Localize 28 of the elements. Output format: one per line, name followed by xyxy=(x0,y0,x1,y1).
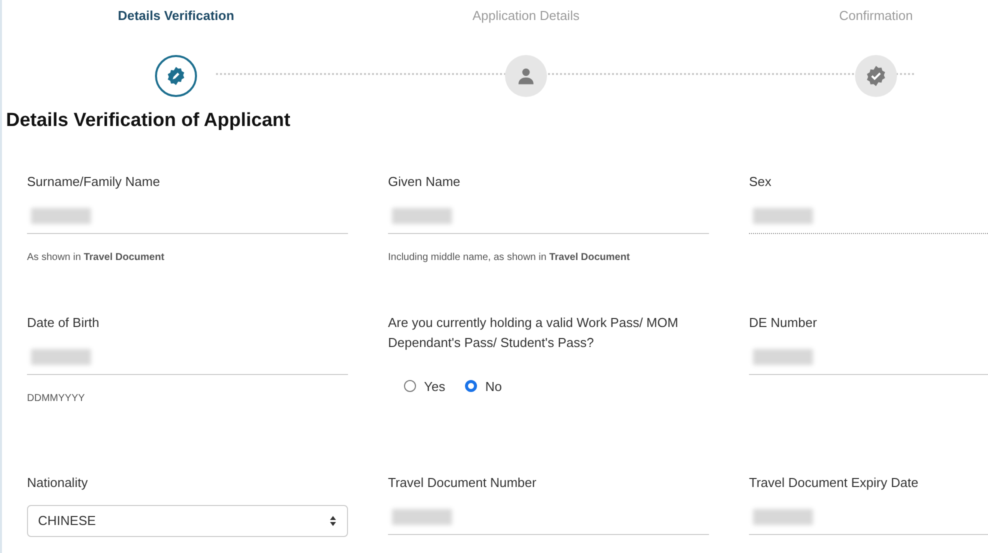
radio-option[interactable]: Yes xyxy=(404,376,446,396)
field-label: Given Name xyxy=(388,172,462,190)
badge-check-icon xyxy=(865,64,887,86)
field-label: Sex xyxy=(749,172,772,190)
badge-pencil-icon xyxy=(166,66,186,86)
page-heading: Details Verification of Applicant xyxy=(6,109,292,133)
redacted-value xyxy=(753,509,813,525)
field-label: Are you currently holding a valid Work Pass/ MOM Dependant's Pass/ Student's Pass? xyxy=(388,314,680,352)
field-label: Nationality xyxy=(27,474,89,492)
field-label: Date of Birth xyxy=(27,314,100,332)
redacted-value xyxy=(392,509,452,525)
field-label: Travel Document Number xyxy=(388,474,538,492)
step-tab[interactable]: Details Verification xyxy=(118,6,234,26)
redacted-value xyxy=(31,208,91,224)
radio-option[interactable]: No xyxy=(465,376,502,396)
select-field[interactable]: CHINESE xyxy=(27,504,348,536)
hint-text: DDMMYYYY xyxy=(27,392,86,406)
person-icon xyxy=(517,66,535,84)
hint-text: Including middle name, as shown in Travel Document xyxy=(388,250,631,264)
redacted-value xyxy=(392,208,452,224)
field-label: DE Number xyxy=(749,314,818,332)
redacted-value xyxy=(31,349,91,365)
field-label: Surname/Family Name xyxy=(27,172,161,191)
redacted-value xyxy=(753,349,813,365)
sort-caret-icon xyxy=(329,514,337,526)
redacted-value xyxy=(753,208,813,224)
field-label: Travel Document Expiry Date xyxy=(749,474,920,492)
hint-text: As shown in Travel Document xyxy=(27,250,166,264)
